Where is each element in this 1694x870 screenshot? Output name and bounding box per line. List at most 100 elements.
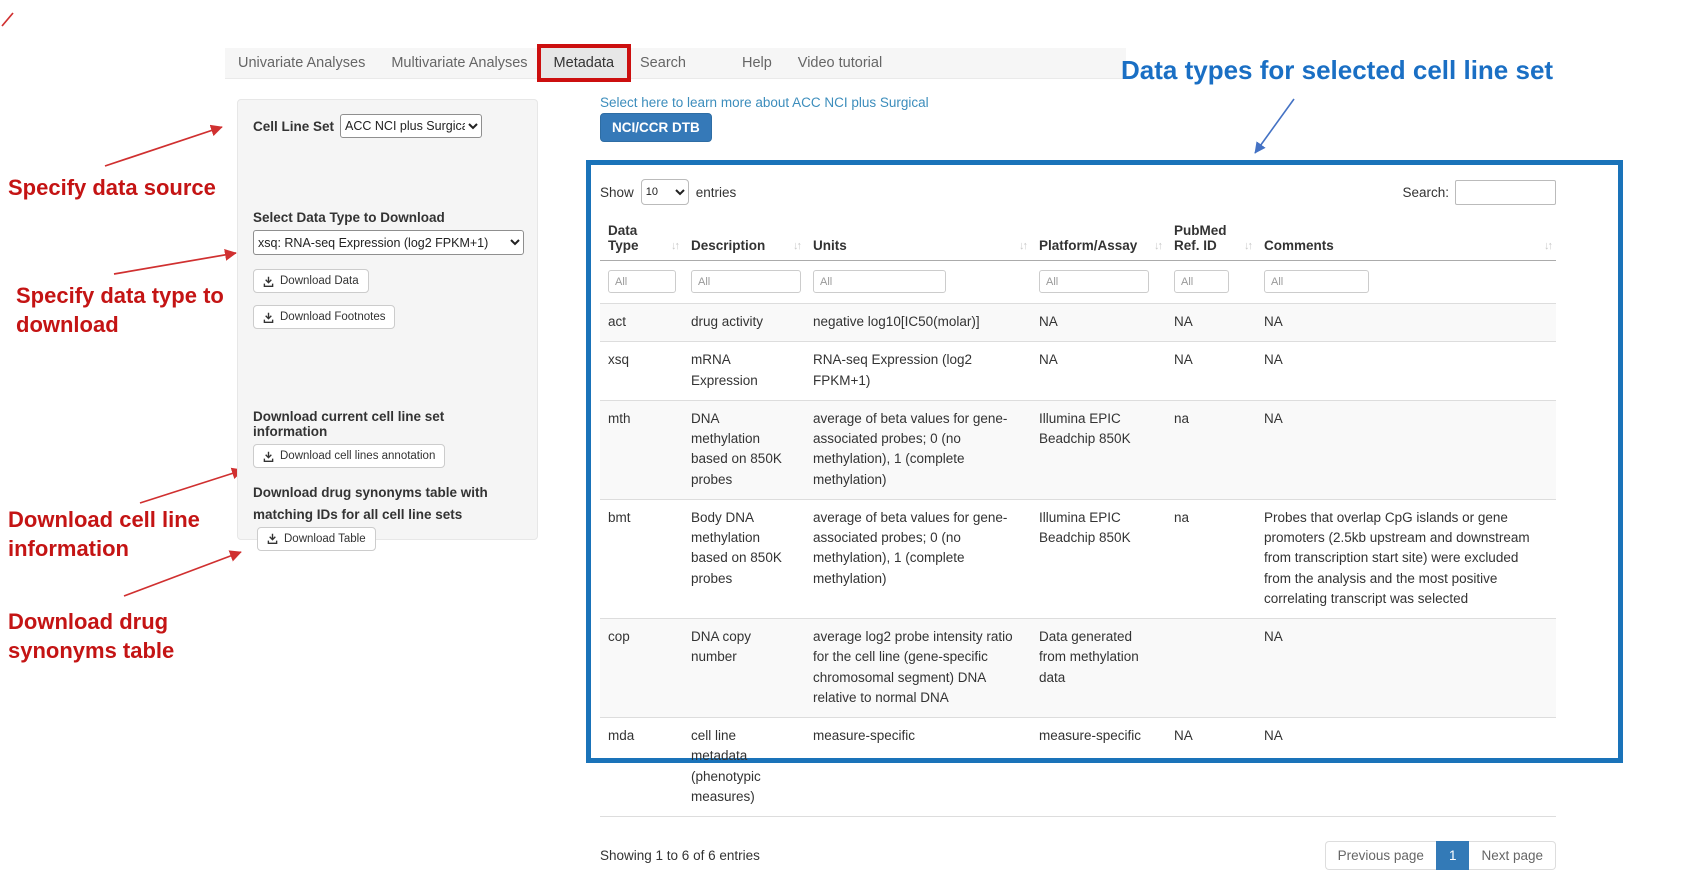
drug-synonyms-heading: Download drug synonyms table with matchi… (253, 485, 488, 522)
header-label: PubMed Ref. ID (1174, 223, 1227, 253)
tab-help[interactable]: Help (729, 48, 785, 78)
cell-description: DNA copy number (683, 619, 805, 718)
column-header-comments[interactable]: Comments ↓↑ (1256, 219, 1556, 261)
cell-line-set-select[interactable]: ACC NCI plus Surgical (340, 114, 482, 138)
download-icon (263, 451, 274, 462)
download-footnotes-button[interactable]: Download Footnotes (253, 305, 395, 329)
cell-description: DNA methylation based on 850K probes (683, 400, 805, 499)
column-header-description[interactable]: Description↓↑ (683, 219, 805, 261)
cell-line-info-heading: Download current cell line set informati… (253, 409, 522, 439)
cell-platform: NA (1031, 304, 1166, 342)
cell-units: average of beta values for gene-associat… (805, 400, 1031, 499)
cell-comments: NA (1256, 619, 1556, 718)
filter-data-type[interactable] (608, 270, 676, 293)
sidebar-panel: Cell Line Set ACC NCI plus Surgical Sele… (237, 99, 538, 540)
cell-units: negative log10[IC50(molar)] (805, 304, 1031, 342)
cell-platform: NA (1031, 342, 1166, 401)
download-icon (263, 312, 274, 323)
cell-platform: measure-specific (1031, 718, 1166, 817)
cell-description: Body DNA methylation based on 850K probe… (683, 499, 805, 618)
column-header-units[interactable]: Units ↓↑ (805, 219, 1031, 261)
tab-search[interactable]: Search (627, 48, 699, 78)
column-header-data-type[interactable]: Data Type ↓↑ (600, 219, 683, 261)
table-row: mda cell line metadata (phenotypic measu… (600, 718, 1556, 817)
cell-comments: NA (1256, 718, 1556, 817)
download-footnotes-label: Download Footnotes (280, 311, 385, 323)
cell-units: average of beta values for gene-associat… (805, 499, 1031, 618)
download-cell-lines-annotation-button[interactable]: Download cell lines annotation (253, 444, 445, 468)
cell-data-type: mth (600, 400, 683, 499)
table-row: cop DNA copy number average log2 probe i… (600, 619, 1556, 718)
data-type-label: Select Data Type to Download (253, 210, 522, 225)
cell-comments: Probes that overlap CpG islands or gene … (1256, 499, 1556, 618)
cell-pubmed: na (1166, 499, 1256, 618)
data-source-button[interactable]: NCI/CCR DTB (600, 113, 712, 142)
cell-description: mRNA Expression (683, 342, 805, 401)
sort-icon: ↓↑ (793, 240, 800, 252)
cell-units: measure-specific (805, 718, 1031, 817)
top-nav: Univariate Analyses Multivariate Analyse… (225, 48, 1126, 79)
data-type-select[interactable]: xsq: RNA-seq Expression (log2 FPKM+1) (253, 230, 524, 255)
download-annotation-label: Download cell lines annotation (280, 450, 435, 462)
annotation-specify-data-type: Specify data type to download (16, 282, 234, 339)
download-data-label: Download Data (280, 275, 359, 287)
showing-entries-text: Showing 1 to 6 of 6 entries (600, 848, 760, 863)
header-label: Data Type (608, 223, 639, 253)
tab-multivariate-analyses[interactable]: Multivariate Analyses (378, 48, 540, 78)
tab-metadata[interactable]: Metadata (541, 48, 627, 78)
cell-platform: Illumina EPIC Beadchip 850K (1031, 499, 1166, 618)
table-row: xsq mRNA Expression RNA-seq Expression (… (600, 342, 1556, 401)
filter-description[interactable] (691, 270, 801, 293)
sort-icon: ↓↑ (1154, 240, 1161, 252)
sort-icon: ↓↑ (1244, 240, 1251, 252)
page-1-button[interactable]: 1 (1436, 841, 1470, 870)
cell-line-set-label: Cell Line Set (253, 119, 334, 134)
header-label: Units (813, 238, 847, 253)
annotation-download-drug-synonyms: Download drug synonyms table (8, 608, 193, 665)
cell-data-type: bmt (600, 499, 683, 618)
column-header-pubmed[interactable]: PubMed Ref. ID ↓↑ (1166, 219, 1256, 261)
cell-pubmed: NA (1166, 718, 1256, 817)
download-table-button[interactable]: Download Table (257, 527, 376, 551)
pagination: Previous page 1 Next page (1325, 841, 1556, 870)
cell-data-type: xsq (600, 342, 683, 401)
tab-univariate-analyses[interactable]: Univariate Analyses (225, 48, 378, 78)
sort-icon: ↓↑ (1544, 240, 1551, 252)
cell-platform: Illumina EPIC Beadchip 850K (1031, 400, 1166, 499)
cell-pubmed (1166, 619, 1256, 718)
show-label: Show (600, 185, 634, 200)
annotation-specify-data-source: Specify data source (8, 174, 216, 203)
cell-comments: NA (1256, 400, 1556, 499)
page-length-select[interactable]: 10 (641, 179, 689, 205)
filter-platform[interactable] (1039, 270, 1149, 293)
data-types-table: Data Type ↓↑ Description↓↑ Units ↓↑ Platfo… (600, 219, 1556, 817)
search-input[interactable] (1455, 180, 1556, 205)
cell-description: cell line metadata (phenotypic measures) (683, 718, 805, 817)
header-label: Platform/Assay (1039, 238, 1137, 253)
download-data-button[interactable]: Download Data (253, 269, 369, 293)
cell-comments: NA (1256, 304, 1556, 342)
cell-units: RNA-seq Expression (log2 FPKM+1) (805, 342, 1031, 401)
previous-page-button[interactable]: Previous page (1325, 841, 1436, 870)
annotation-data-types-title: Data types for selected cell line set (1121, 55, 1553, 86)
download-table-label: Download Table (284, 533, 366, 545)
filter-pubmed[interactable] (1174, 270, 1229, 293)
column-header-platform[interactable]: Platform/Assay ↓↑ (1031, 219, 1166, 261)
cell-units: average log2 probe intensity ratio for t… (805, 619, 1031, 718)
table-row: act drug activity negative log10[IC50(mo… (600, 304, 1556, 342)
sort-icon: ↓↑ (1019, 240, 1026, 252)
table-row: bmt Body DNA methylation based on 850K p… (600, 499, 1556, 618)
cell-pubmed: na (1166, 400, 1256, 499)
filter-comments[interactable] (1264, 270, 1369, 293)
filter-units[interactable] (813, 270, 946, 293)
table-row: mth DNA methylation based on 850K probes… (600, 400, 1556, 499)
sort-icon: ↓↑ (671, 240, 678, 252)
next-page-button[interactable]: Next page (1469, 841, 1556, 870)
download-icon (263, 276, 274, 287)
data-types-panel: Show 10 entries Search: Data Type↓↑ Desc… (586, 160, 1623, 763)
header-label: Comments (1264, 238, 1334, 253)
annotation-download-cell-line: Download cell line information (8, 506, 208, 563)
download-icon (267, 533, 278, 544)
tab-video-tutorial[interactable]: Video tutorial (785, 48, 895, 78)
learn-more-link[interactable]: Select here to learn more about ACC NCI … (600, 95, 929, 110)
